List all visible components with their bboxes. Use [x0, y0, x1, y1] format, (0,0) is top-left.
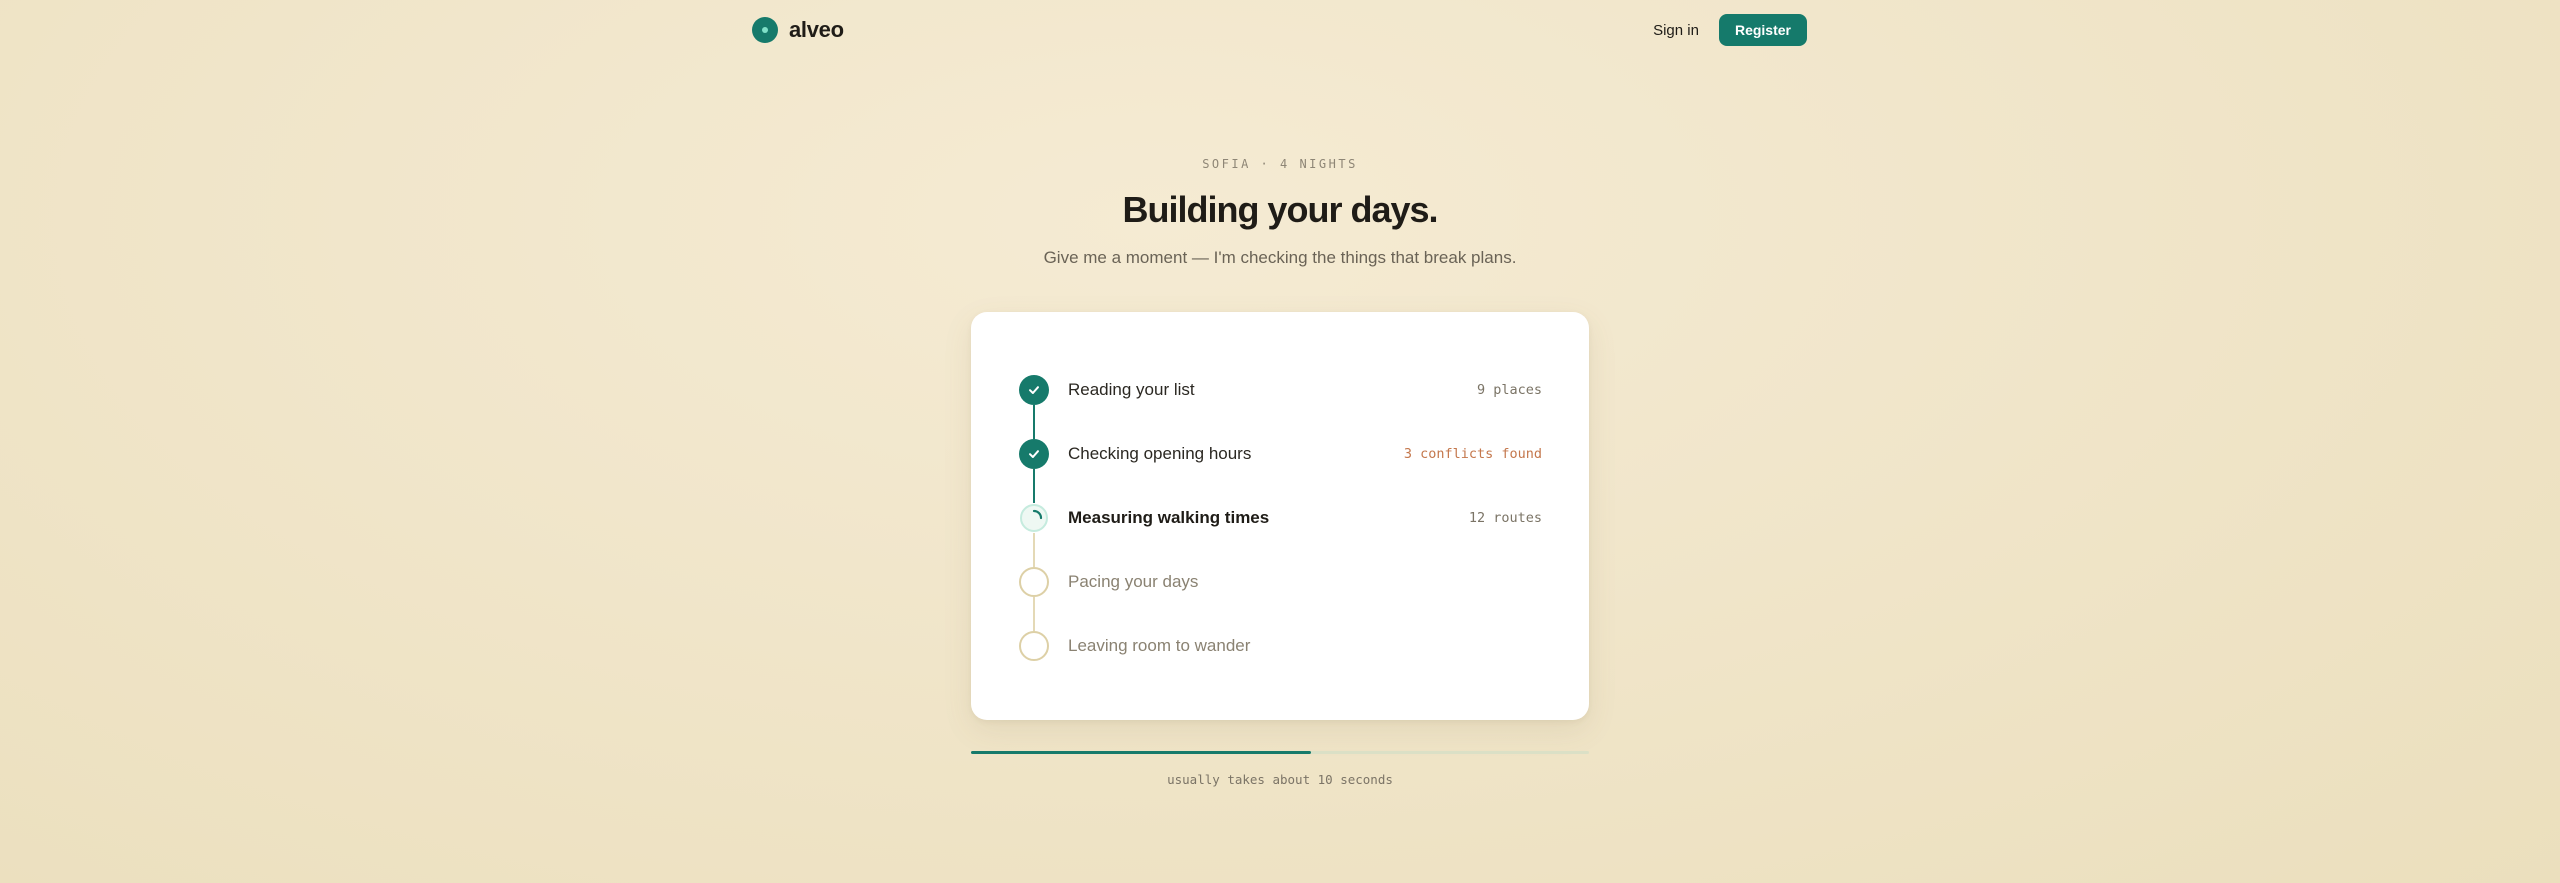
trip-eyebrow: SOFIA · 4 NIGHTS [1202, 157, 1358, 171]
step-list: Reading your list 9 places Checking open… [1019, 358, 1542, 678]
step-item: Reading your list 9 places [1019, 358, 1542, 439]
step-status [1019, 631, 1049, 661]
progress-fill [971, 751, 1311, 754]
pending-circle-icon [1019, 631, 1049, 661]
step-connector [1033, 533, 1035, 567]
progress-card: Reading your list 9 places Checking open… [971, 312, 1589, 720]
step-label: Pacing your days [1068, 572, 1199, 591]
nav-actions: Sign in Register [1653, 14, 1808, 46]
step-item: Pacing your days [1019, 550, 1542, 631]
pending-circle-icon [1019, 567, 1049, 597]
check-icon [1019, 439, 1049, 469]
check-icon [1019, 375, 1049, 405]
step-label: Checking opening hours [1068, 444, 1252, 463]
step-status [1019, 375, 1049, 405]
step-meta: 12 routes [1468, 510, 1542, 526]
register-button[interactable]: Register [1718, 14, 1807, 46]
step-status [1019, 503, 1049, 533]
brand-logo[interactable]: alveo [752, 17, 844, 43]
step-connector [1033, 597, 1035, 631]
spinner-icon [1019, 503, 1049, 533]
page-title: Building your days. [1122, 189, 1438, 230]
step-meta: 9 places [1476, 382, 1542, 398]
step-status [1019, 567, 1049, 597]
step-item: Checking opening hours 3 conflicts found [1019, 422, 1542, 503]
step-connector [1033, 405, 1035, 439]
overall-progress-bar [971, 751, 1589, 754]
step-label: Reading your list [1068, 380, 1195, 399]
page-subtitle: Give me a moment — I'm checking the thin… [1043, 248, 1517, 267]
step-connector [1033, 469, 1035, 503]
step-item: Measuring walking times 12 routes [1019, 486, 1542, 567]
progress-note: usually takes about 10 seconds [1167, 772, 1393, 787]
logo-icon [752, 17, 778, 43]
top-nav: alveo Sign in Register [752, 0, 1808, 60]
step-item: Leaving room to wander [1019, 614, 1542, 678]
step-meta: 3 conflicts found [1403, 446, 1542, 462]
brand-name: alveo [789, 17, 844, 42]
step-status [1019, 439, 1049, 469]
step-label: Measuring walking times [1068, 508, 1270, 527]
step-label: Leaving room to wander [1068, 636, 1251, 655]
sign-in-link[interactable]: Sign in [1653, 22, 1699, 39]
